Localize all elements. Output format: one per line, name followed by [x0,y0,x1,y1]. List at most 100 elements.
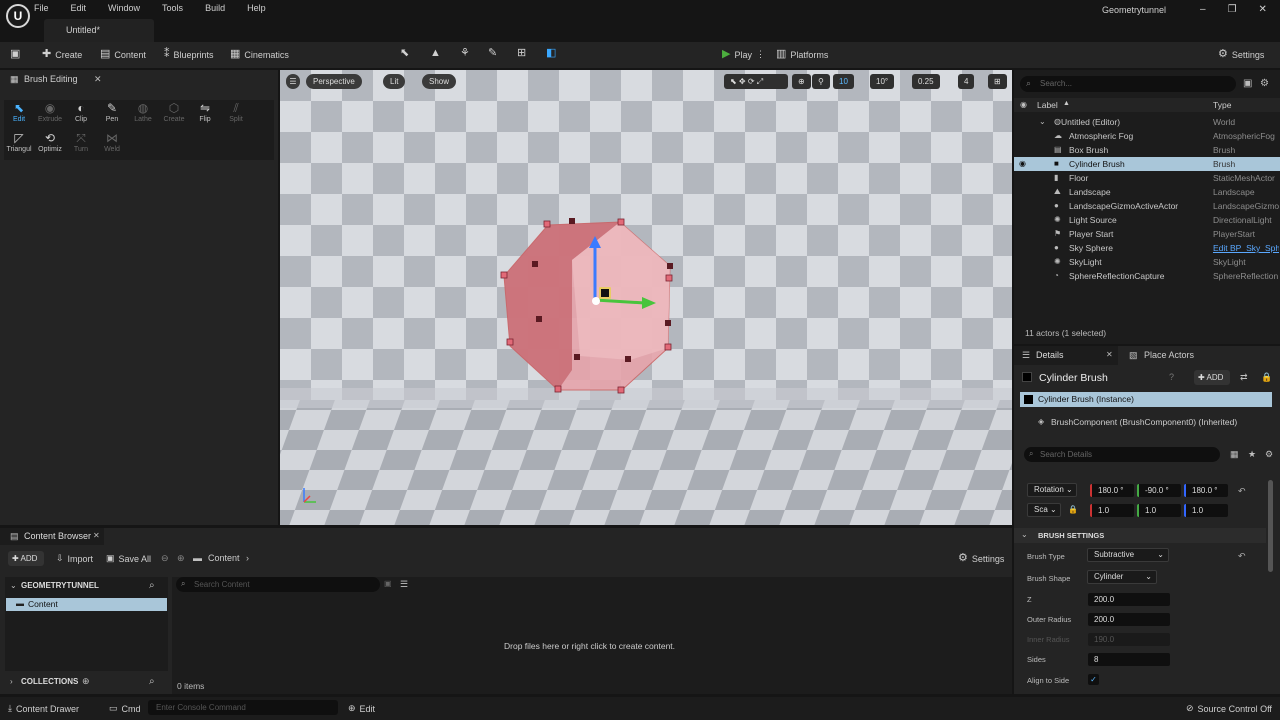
mesh-paint-icon[interactable]: ✎ [488,48,497,59]
outliner-row[interactable]: ☁ Atmospheric Fog AtmosphericFog [1014,129,1280,143]
menu-file[interactable]: File [34,0,49,16]
play-options-icon[interactable]: ⋮ [756,49,765,60]
rotation-y-field[interactable]: -90.0 ° [1137,484,1181,497]
outliner-row[interactable]: ● Sky Sphere Edit BP_Sky_Sph [1014,241,1280,255]
content-search-input[interactable]: Search Content [176,577,380,592]
unreal-logo-icon[interactable]: U [6,4,30,28]
outliner-row[interactable]: ◔ SphereReflectionCapture SphereReflection [1014,269,1280,283]
perspective-button[interactable]: Perspective [306,74,362,89]
document-tab[interactable]: Untitled* [44,19,154,42]
create-button[interactable]: ✚ Create [42,49,82,60]
tool-pen[interactable]: ✎ Pen [97,102,127,123]
search-icon[interactable]: ⌕ [149,676,155,687]
asset-view[interactable] [172,577,1012,694]
reset-icon[interactable]: ↶ [1238,486,1246,497]
outliner-row[interactable]: ⛰ Landscape Landscape [1014,185,1280,199]
collections-header[interactable]: COLLECTIONS [21,677,78,686]
z-field[interactable]: 200.0 [1088,593,1170,606]
angle-snap-button[interactable]: 10° [870,74,895,89]
scale-z-field[interactable]: 1.0 [1184,504,1228,517]
forward-icon[interactable]: ⊕ [177,553,185,564]
visibility-eye-icon[interactable]: ◉ [1019,157,1026,171]
tool-clip[interactable]: ◐ Clip [66,102,96,123]
expand-icon[interactable]: ⌄ [1039,115,1046,129]
save-all-button[interactable]: ▣ Save All [106,553,151,564]
scale-lock-icon[interactable]: 🔒 [1068,505,1078,514]
brush-component-row[interactable]: BrushComponent (BrushComponent0) (Inheri… [1051,417,1237,427]
sides-field[interactable]: 8 [1088,653,1170,666]
label-column-header[interactable]: Label [1037,100,1058,110]
console-input[interactable]: Enter Console Command [148,700,338,715]
scale-x-field[interactable]: 1.0 [1090,504,1134,517]
brush-type-dropdown[interactable]: Subtractive ⌄ [1087,548,1169,562]
scale-dropdown[interactable]: Sca ⌄ [1027,503,1061,517]
menu-build[interactable]: Build [205,0,225,16]
menu-window[interactable]: Window [108,0,140,16]
lit-button[interactable]: Lit [383,74,406,89]
menu-tools[interactable]: Tools [162,0,183,16]
tool-lathe[interactable]: ◍ Lathe [128,102,158,123]
transform-tools[interactable]: ⬉ ✥ ⟳ ⤢ [724,74,788,89]
close-tab-icon[interactable]: ✕ [1106,350,1113,359]
add-folder-icon[interactable]: ▣ [1243,78,1252,89]
add-collection-icon[interactable]: ⊕ [82,676,90,687]
align-to-side-checkbox[interactable]: ✓ [1088,674,1099,685]
tool-flip[interactable]: ⇋ Flip [190,102,220,123]
cmd-button[interactable]: ▭ Cmd [109,703,141,714]
source-control-button[interactable]: ⊘ Source Control Off [1186,703,1272,714]
outliner-search-input[interactable]: Search... [1020,76,1236,92]
play-button[interactable]: ▶ Play ⋮ [722,49,765,60]
content-drawer-button[interactable]: ⤓ Content Drawer [8,703,79,714]
save-icon[interactable]: ▣ [10,49,20,60]
details-scrollbar[interactable] [1268,480,1273,572]
outliner-row[interactable]: ✺ SkyLight SkyLight [1014,255,1280,269]
outliner-row[interactable]: ● LandscapeGizmoActiveActor LandscapeGizmo [1014,199,1280,213]
reset-icon[interactable]: ↶ [1238,551,1246,562]
tool-create[interactable]: ⬡ Create [159,102,189,123]
settings-button[interactable]: ⚙ Settings [1218,49,1264,60]
rotation-x-field[interactable]: 180.0 ° [1090,484,1134,497]
details-settings-icon[interactable]: ⚙ [1265,449,1273,460]
camera-speed-button[interactable]: 4 [958,74,975,89]
place-actors-tab[interactable]: Place Actors [1144,350,1194,360]
menu-edit[interactable]: Edit [71,0,87,16]
expand-icon[interactable]: › [10,677,13,686]
tool-triangulate[interactable]: ◸ Triangul [4,132,34,153]
close-icon[interactable]: ✕ [1259,4,1267,15]
favorites-star-icon[interactable]: ★ [1248,449,1256,460]
level-viewport[interactable] [280,70,1012,525]
search-icon[interactable]: ⌕ [149,580,155,591]
outliner-row[interactable]: ⌄ ◍ Untitled (Editor) World [1014,115,1280,129]
surface-snap-icon[interactable]: ⚲ [812,74,830,89]
outer-radius-field[interactable]: 200.0 [1088,613,1170,626]
add-content-button[interactable]: ✚ ADD [8,551,44,566]
outliner-settings-icon[interactable]: ⚙ [1260,78,1269,89]
select-mode-icon[interactable]: ⬉ [400,48,409,59]
content-folder[interactable]: Content [6,598,167,611]
tool-weld[interactable]: ⋈ Weld [97,132,127,153]
help-icon[interactable]: ? [1169,372,1174,382]
content-button[interactable]: ▤ Content [100,49,146,60]
outliner-row[interactable]: ✺ Light Source DirectionalLight [1014,213,1280,227]
tool-split[interactable]: ⫽ Split [221,102,251,123]
brush-settings-section[interactable]: BRUSH SETTINGS [1014,528,1266,543]
foliage-mode-icon[interactable]: ⚘ [460,48,470,59]
edit-status-button[interactable]: ⊕ Edit [348,703,375,714]
blueprints-button[interactable]: ⁑ Blueprints [164,49,214,60]
fracture-mode-icon[interactable]: ⊞ [517,48,526,59]
grid-snap-button[interactable]: 10 [833,74,854,89]
blueprint-icon[interactable]: ⇄ [1240,372,1248,383]
back-icon[interactable]: ⊖ [161,553,169,564]
tool-edit[interactable]: ⬉ Edit [4,102,34,123]
breadcrumb-content[interactable]: Content [208,553,240,563]
property-matrix-icon[interactable]: ▦ [1230,449,1239,460]
save-search-icon[interactable]: ▣ [384,579,392,588]
menu-help[interactable]: Help [247,0,266,16]
minimize-icon[interactable]: – [1200,4,1206,15]
filter-icon[interactable]: ☰ [400,579,408,590]
details-search-input[interactable]: Search Details [1024,447,1220,462]
outliner-row[interactable]: ⚑ Player Start PlayerStart [1014,227,1280,241]
brush-shape-dropdown[interactable]: Cylinder ⌄ [1087,570,1157,584]
viewport-menu-icon[interactable]: ☰ [286,74,300,89]
close-tab-icon[interactable]: ✕ [94,74,102,85]
